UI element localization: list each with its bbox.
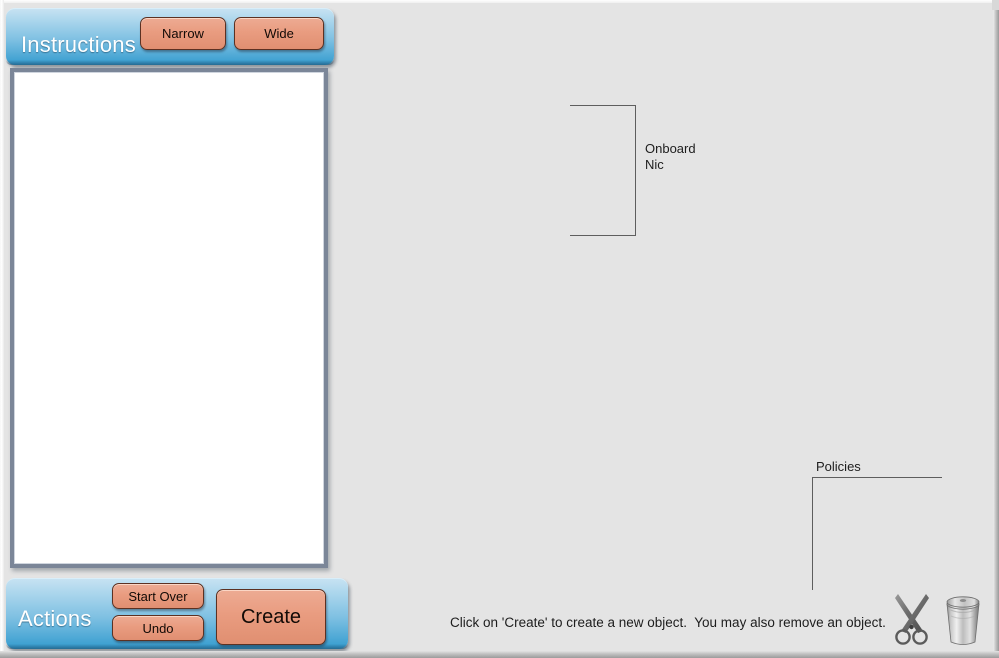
start-over-button[interactable]: Start Over: [112, 583, 204, 609]
onboard-nic-bracket-top: [570, 105, 636, 106]
application-window: Instructions Narrow Wide Onboard Nic Pol…: [0, 0, 999, 658]
actions-title: Actions: [18, 606, 92, 631]
window-corner-top-right: [992, 0, 999, 10]
policies-bracket-top: [812, 477, 942, 478]
policies-bracket-left: [812, 477, 813, 590]
window-edge-bottom: [0, 651, 999, 658]
onboard-nic-bracket-bottom: [570, 235, 636, 236]
instructions-content-frame: [10, 68, 328, 568]
window-edge-top: [0, 0, 999, 3]
onboard-nic-label[interactable]: Onboard Nic: [645, 141, 696, 173]
undo-button[interactable]: Undo: [112, 615, 204, 641]
instructions-content-area[interactable]: [14, 72, 324, 564]
wide-button[interactable]: Wide: [234, 17, 324, 50]
onboard-nic-bracket-right: [635, 105, 636, 236]
scissors-icon[interactable]: [889, 590, 935, 646]
create-button[interactable]: Create: [216, 589, 326, 645]
policies-label[interactable]: Policies: [816, 459, 861, 475]
narrow-button[interactable]: Narrow: [140, 17, 226, 50]
instructions-title: Instructions: [21, 32, 136, 57]
window-edge-left: [0, 0, 4, 658]
window-edge-right: [993, 0, 999, 658]
trash-icon[interactable]: [941, 590, 985, 648]
status-message: Click on 'Create' to create a new object…: [450, 615, 886, 630]
